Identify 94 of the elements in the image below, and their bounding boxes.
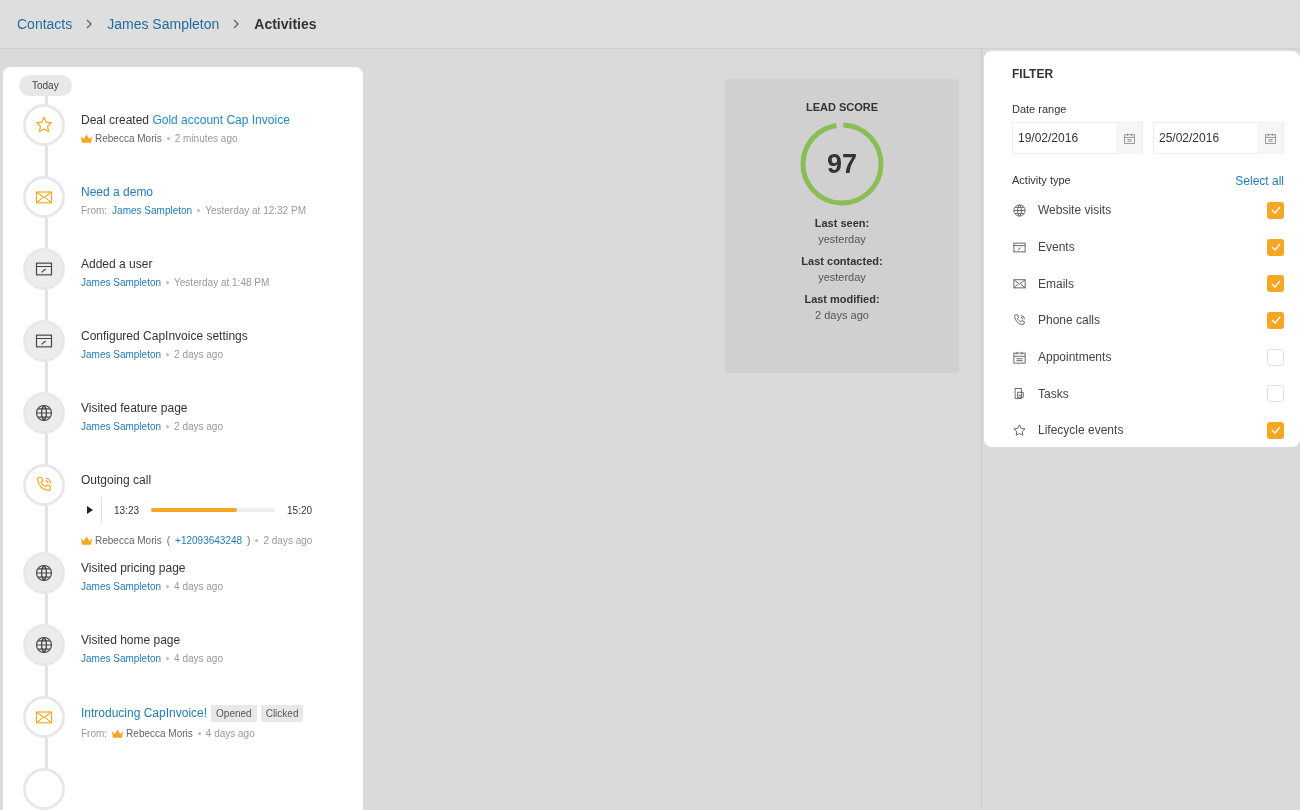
- type-label: Lifecycle events: [1038, 423, 1125, 438]
- crown-icon: [81, 134, 92, 143]
- timestamp: 4 days ago: [174, 581, 223, 592]
- fact-label: Last seen:: [814, 217, 870, 229]
- calendar-icon: [1012, 349, 1027, 365]
- envelope-icon: [1012, 276, 1027, 292]
- select-all-link[interactable]: Select all: [1235, 174, 1284, 188]
- type-label: Website visits: [1038, 203, 1113, 218]
- checkbox[interactable]: [1267, 421, 1284, 439]
- punctuation: ): [247, 535, 251, 546]
- fact-value: 2 days ago: [815, 309, 869, 321]
- activity-link[interactable]: Introducing CapInvoice!: [81, 706, 208, 720]
- owner-name: Rebecca Moris: [81, 133, 162, 144]
- activity-title: Configured CapInvoice settings: [81, 329, 248, 343]
- activity-title: Outgoing call: [81, 473, 152, 487]
- fact-label: Last contacted:: [801, 255, 883, 267]
- date-chip: Today: [19, 75, 72, 96]
- activity-link[interactable]: Need a demo: [81, 185, 154, 199]
- contact-link[interactable]: James Sampleton: [112, 205, 193, 216]
- type-label: Phone calls: [1038, 313, 1102, 328]
- breadcrumb-link[interactable]: James Sampleton: [107, 16, 220, 32]
- fact-value: yesterday: [818, 233, 866, 245]
- timestamp: 2 days ago: [263, 535, 313, 546]
- activity-title: Visited feature page: [81, 401, 188, 415]
- progress-track[interactable]: [151, 508, 276, 512]
- score-value: 97: [825, 147, 858, 181]
- owner-name: Rebecca Moris: [112, 728, 193, 739]
- timestamp: Yesterday at 1:48 PM: [174, 277, 270, 288]
- globe-icon: [34, 635, 54, 655]
- globe-icon: [34, 563, 54, 583]
- checkbox[interactable]: [1267, 311, 1284, 329]
- type-label: Events: [1038, 240, 1076, 255]
- window-icon: [1012, 239, 1027, 255]
- date-field[interactable]: 19/02/2016: [1012, 122, 1143, 154]
- calendar-icon: [1263, 131, 1277, 145]
- panel-title: FILTER: [1012, 67, 1055, 81]
- contact-link[interactable]: James Sampleton: [81, 421, 162, 432]
- status-tag: Opened: [211, 705, 257, 722]
- star-icon: [34, 115, 54, 135]
- contact-link[interactable]: +12093643248: [175, 535, 243, 546]
- clipboard-icon: [1012, 386, 1027, 402]
- activity-title: Deal created: [81, 113, 150, 127]
- timestamp: 4 days ago: [174, 653, 223, 664]
- calendar-icon: [1122, 131, 1136, 145]
- card-title: LEAD SCORE: [805, 101, 879, 113]
- checkbox[interactable]: [1267, 348, 1284, 366]
- activity-title: Added a user: [81, 257, 153, 271]
- fact-value: yesterday: [818, 271, 866, 283]
- contact-link[interactable]: James Sampleton: [81, 277, 162, 288]
- star-icon: [1012, 422, 1027, 438]
- activity-title: Visited pricing page: [81, 561, 186, 575]
- field-label: Date range: [1012, 103, 1068, 115]
- timestamp: 4 days ago: [205, 728, 255, 739]
- checkmark-icon: [1270, 206, 1281, 215]
- owner-name: Rebecca Moris: [81, 535, 162, 546]
- breadcrumb-link[interactable]: Contacts: [17, 16, 73, 32]
- checkmark-icon: [1270, 316, 1281, 325]
- field-label: Activity type: [1012, 174, 1071, 188]
- timestamp: 2 days ago: [174, 349, 223, 360]
- from-label: From:: [81, 728, 108, 739]
- total-time: 15:20: [287, 504, 313, 516]
- contact-link[interactable]: James Sampleton: [81, 581, 162, 592]
- elapsed-time: 13:23: [114, 504, 140, 516]
- globe-icon: [34, 403, 54, 423]
- type-label: Tasks: [1038, 386, 1070, 401]
- contact-link[interactable]: James Sampleton: [81, 653, 162, 664]
- activity-link[interactable]: Gold account Cap Invoice: [152, 113, 290, 127]
- checkmark-icon: [1270, 279, 1281, 288]
- activity-title: Visited home page: [81, 633, 181, 647]
- from-label: From:: [81, 205, 108, 216]
- crown-icon: [81, 536, 92, 545]
- type-label: Appointments: [1038, 350, 1113, 365]
- breadcrumb-link[interactable]: Activities: [254, 16, 317, 32]
- phone-icon: [1012, 312, 1027, 328]
- globe-icon: [1012, 202, 1027, 218]
- status-tag: Clicked: [260, 705, 304, 722]
- date-field[interactable]: 25/02/2016: [1153, 122, 1284, 154]
- chevron-icon: [86, 19, 94, 29]
- checkbox[interactable]: [1267, 275, 1284, 293]
- timestamp: 2 days ago: [174, 421, 223, 432]
- checkbox[interactable]: [1267, 238, 1284, 256]
- punctuation: (: [166, 535, 171, 546]
- type-label: Emails: [1038, 276, 1075, 291]
- chevron-icon: [233, 19, 241, 29]
- timestamp: Yesterday at 12:32 PM: [205, 205, 306, 216]
- checkbox[interactable]: [1267, 385, 1284, 403]
- checkmark-icon: [1270, 243, 1281, 252]
- timestamp: 2 minutes ago: [174, 133, 238, 144]
- checkmark-icon: [1270, 426, 1281, 435]
- contact-link[interactable]: James Sampleton: [81, 349, 162, 360]
- checkbox[interactable]: [1267, 201, 1284, 219]
- fact-label: Last modified:: [804, 293, 880, 305]
- play-icon: [87, 506, 93, 514]
- crown-icon: [112, 729, 124, 738]
